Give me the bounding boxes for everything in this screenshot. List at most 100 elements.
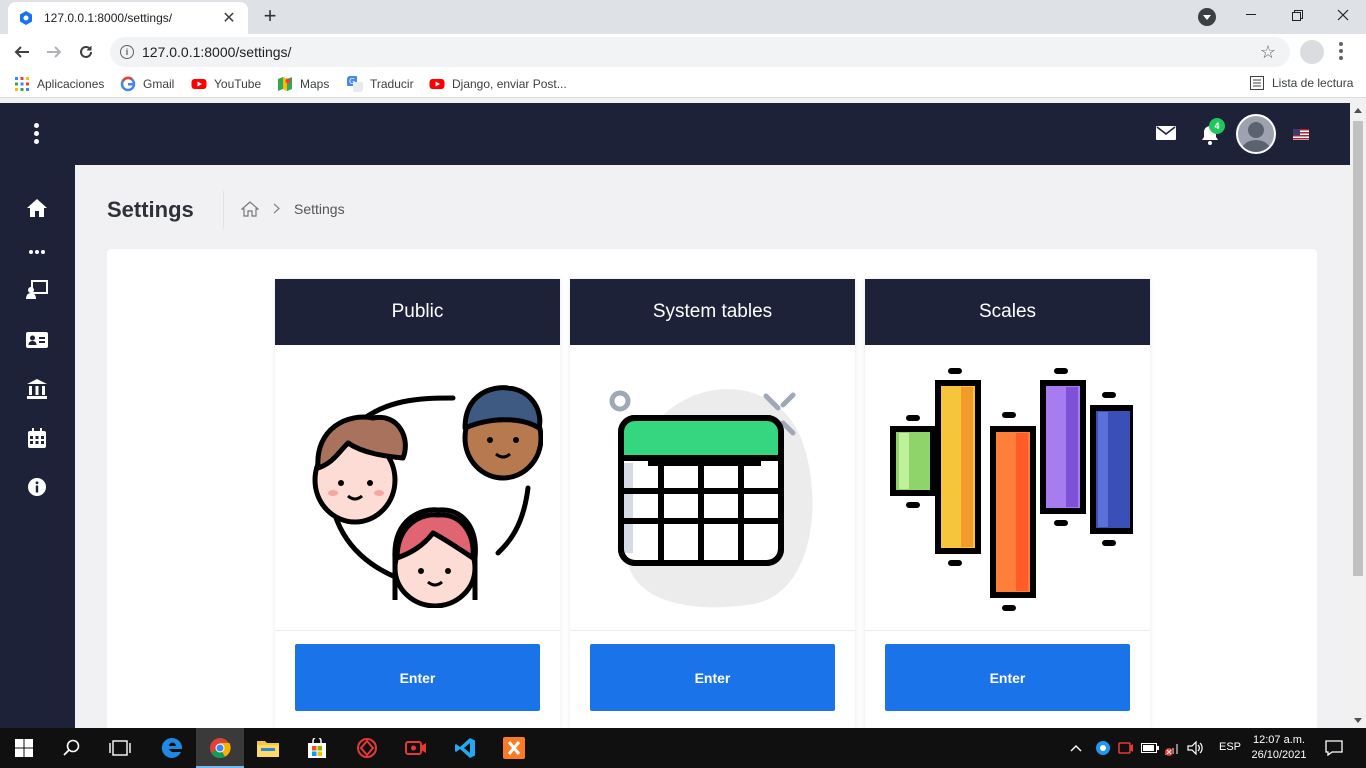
apps-grid-icon	[15, 77, 29, 91]
teacher-board-icon[interactable]	[26, 279, 48, 301]
forward-arrow-icon[interactable]	[42, 40, 66, 64]
battery-icon	[1141, 736, 1159, 760]
card-title: System tables	[570, 279, 855, 345]
taskbar-clock[interactable]: 12:07 a.m. 26/10/2021	[1244, 733, 1314, 763]
scrollbar-thumb[interactable]	[1353, 121, 1363, 576]
clock-date: 26/10/2021	[1251, 749, 1307, 761]
user-avatar[interactable]	[1236, 114, 1276, 154]
reading-list-label: Lista de lectura	[1272, 76, 1354, 90]
tray-chrome-icon[interactable]	[1094, 736, 1112, 760]
sidebar-toggle-icon[interactable]	[34, 123, 42, 145]
browser-tab-strip: 127.0.0.1:8000/settings/ ✕ +	[0, 0, 1366, 34]
edge-browser-icon[interactable]	[160, 736, 184, 760]
card-title: Scales	[865, 279, 1150, 345]
file-explorer-icon[interactable]	[256, 736, 280, 760]
back-arrow-icon[interactable]	[10, 40, 34, 64]
tray-expand-chevron-icon[interactable]	[1068, 736, 1084, 760]
close-window-button[interactable]	[1320, 0, 1366, 30]
notification-count-badge: 4	[1209, 118, 1225, 134]
windows-start-icon[interactable]	[12, 736, 36, 760]
language-flag-icon[interactable]	[1293, 129, 1309, 140]
reload-icon[interactable]	[74, 40, 98, 64]
calendar-icon[interactable]	[26, 427, 48, 449]
action-center-icon[interactable]	[1322, 736, 1346, 760]
enter-public-button[interactable]: Enter	[295, 644, 540, 711]
bookmark-translate[interactable]: G Traducir	[347, 76, 414, 92]
restore-window-button[interactable]	[1274, 0, 1320, 30]
scroll-up-arrow-icon[interactable]	[1354, 108, 1362, 113]
settings-card-public: Public Enter	[275, 279, 560, 728]
main-content: Settings Settings Public Enter System ta…	[75, 165, 1350, 728]
bookmark-label: Traducir	[370, 77, 414, 91]
home-icon[interactable]	[26, 197, 48, 219]
browser-profile-icon[interactable]	[1300, 40, 1324, 64]
bookmark-apps[interactable]: Aplicaciones	[14, 76, 104, 92]
youtube-icon	[429, 79, 445, 89]
reading-list-button[interactable]: Lista de lectura	[1250, 76, 1353, 90]
address-bar[interactable]: i 127.0.0.1:8000/settings/ ☆	[110, 37, 1290, 67]
card-title: Public	[275, 279, 560, 345]
more-dots-icon[interactable]	[26, 245, 48, 259]
app-header	[0, 103, 1350, 165]
screen-recorder-icon[interactable]	[404, 736, 428, 760]
svg-text:G: G	[349, 77, 355, 86]
chrome-icon[interactable]	[208, 736, 232, 760]
id-card-icon[interactable]	[26, 329, 48, 351]
bookmark-youtube[interactable]: YouTube	[191, 76, 261, 92]
sidebar	[0, 165, 75, 728]
bookmark-label: Django, enviar Post...	[452, 77, 567, 91]
bookmark-maps[interactable]: Maps	[277, 76, 329, 92]
network-disconnected-icon[interactable]	[1163, 736, 1181, 760]
xampp-icon[interactable]	[502, 736, 526, 760]
breadcrumb-chevron-icon	[273, 201, 280, 217]
vscode-icon[interactable]	[453, 736, 477, 760]
bookmarks-bar: Aplicaciones Gmail YouTube Maps G Traduc…	[0, 70, 1366, 98]
browser-toolbar: i 127.0.0.1:8000/settings/ ☆	[0, 34, 1366, 70]
youtube-icon	[191, 79, 207, 89]
tray-recorder-icon[interactable]	[1117, 736, 1135, 760]
institution-icon[interactable]	[26, 378, 48, 400]
bookmark-django-video[interactable]: Django, enviar Post...	[429, 76, 567, 92]
breadcrumb-home-icon[interactable]	[241, 201, 259, 217]
title-divider	[223, 191, 224, 229]
browser-tab[interactable]: 127.0.0.1:8000/settings/ ✕	[8, 2, 248, 34]
search-icon[interactable]	[60, 736, 84, 760]
bookmark-label: YouTube	[214, 77, 262, 91]
task-view-icon[interactable]	[108, 736, 132, 760]
new-tab-button[interactable]: +	[258, 4, 282, 28]
candlestick-illustration	[865, 345, 1150, 631]
breadcrumb-current: Settings	[294, 201, 345, 217]
close-tab-icon[interactable]: ✕	[220, 8, 238, 28]
volume-icon[interactable]	[1187, 736, 1205, 760]
enter-system-tables-button[interactable]: Enter	[590, 644, 835, 711]
scroll-down-arrow-icon[interactable]	[1354, 718, 1362, 723]
settings-card-scales: Scales Enter	[865, 279, 1150, 728]
microsoft-store-icon[interactable]	[305, 736, 329, 760]
mail-icon[interactable]	[1156, 125, 1176, 141]
clock-time: 12:07 a.m.	[1253, 734, 1305, 746]
bookmark-star-icon[interactable]: ☆	[1260, 42, 1276, 63]
translate-icon: G	[347, 76, 363, 92]
minimize-window-button[interactable]	[1228, 0, 1274, 30]
bookmark-label: Gmail	[143, 77, 175, 91]
address-url: 127.0.0.1:8000/settings/	[142, 44, 292, 60]
google-icon	[120, 76, 136, 92]
reading-list-icon	[1250, 76, 1264, 90]
bookmark-label: Aplicaciones	[37, 77, 105, 91]
tab-title: 127.0.0.1:8000/settings/	[44, 11, 173, 25]
breadcrumb: Settings	[241, 201, 345, 217]
table-illustration	[570, 345, 855, 631]
settings-card-system-tables: System tables Enter	[570, 279, 855, 728]
bookmark-gmail[interactable]: Gmail	[120, 76, 174, 92]
browser-menu-icon[interactable]	[1338, 42, 1344, 62]
info-icon[interactable]	[26, 476, 48, 498]
page-scrollbar[interactable]	[1350, 103, 1366, 728]
enter-scales-button[interactable]: Enter	[885, 644, 1130, 711]
windows-taskbar: ESP 12:07 a.m. 26/10/2021	[0, 728, 1366, 768]
input-language-indicator[interactable]: ESP	[1219, 741, 1241, 753]
media-app-icon[interactable]	[355, 736, 379, 760]
tab-search-icon[interactable]	[1198, 8, 1216, 26]
site-info-icon[interactable]: i	[120, 45, 134, 59]
site-favicon-icon	[20, 11, 32, 25]
people-illustration	[275, 345, 560, 631]
